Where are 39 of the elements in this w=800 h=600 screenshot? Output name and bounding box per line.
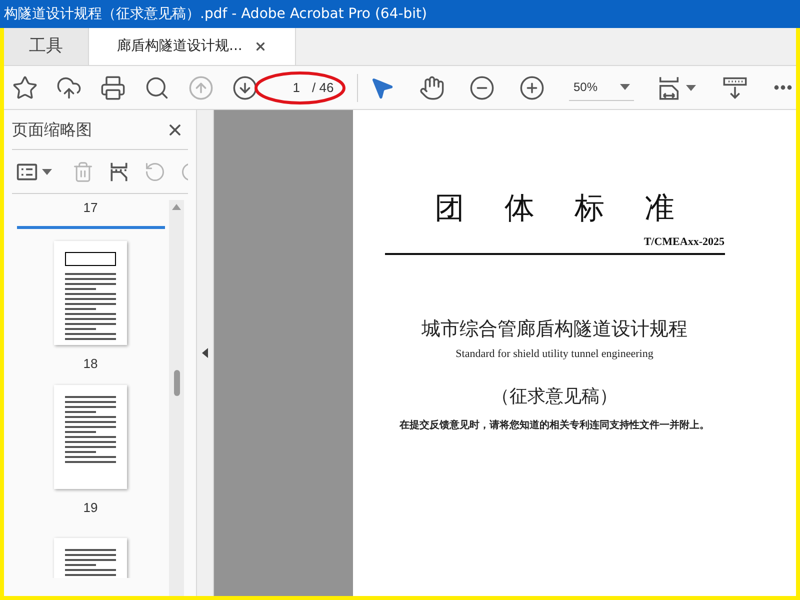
page-thumbnail-drawing[interactable] — [54, 385, 127, 489]
scroll-thumb[interactable] — [174, 370, 180, 396]
print-icon — [100, 74, 126, 100]
caret-icon — [686, 84, 696, 90]
star-icon — [12, 74, 38, 100]
trash-icon — [72, 160, 94, 182]
page-number-field[interactable]: 1 — [276, 78, 300, 98]
zoom-out-icon — [469, 74, 496, 100]
rotate-left-icon — [144, 160, 166, 182]
document-heading: 团体标准 — [434, 194, 714, 224]
sidebar-title: 页面缩略图 — [12, 118, 92, 140]
zoom-dropdown[interactable]: 50% — [569, 74, 634, 100]
window-title: 构隧道设计规程（征求意见稿）.pdf - Adobe Acrobat Pro (64-bit) — [4, 4, 428, 24]
cloud-upload-icon — [56, 74, 82, 100]
search-icon — [144, 74, 170, 100]
extract-page-icon — [108, 160, 130, 182]
zoom-in-icon — [519, 74, 546, 100]
page-thumbnail-drawing[interactable] — [54, 240, 127, 344]
draft-label: （征求意见稿） — [492, 384, 618, 408]
close-icon[interactable] — [254, 40, 268, 53]
tab[interactable]: 廊盾构隧道设计规... — [88, 28, 296, 65]
arrow-down-icon — [232, 74, 258, 100]
document-title: 城市综合管廊盾构隧道设计规程 — [422, 316, 688, 342]
page-number: 19 — [83, 499, 98, 517]
hand-icon — [419, 74, 446, 100]
page-number: 17 — [83, 199, 98, 217]
more-icon — [774, 85, 792, 90]
collapse-icon[interactable] — [202, 348, 208, 358]
standard-code: T/CMEAxx-2025 — [644, 235, 724, 250]
caret-icon — [620, 84, 630, 90]
scrollbar[interactable] — [169, 200, 184, 596]
page-number: 18 — [83, 354, 98, 372]
document-subtitle: Standard for shield utility tunnel engineering — [456, 347, 654, 362]
caret-icon — [42, 168, 52, 174]
scroll-mode-icon — [722, 74, 748, 100]
document-note: 在提交反馈意见时，请将您知道的相关专利连同支持性文件一并附上。 — [400, 418, 710, 432]
arrow-up-icon — [188, 74, 214, 100]
tab[interactable]: 工具 — [4, 28, 88, 65]
page-count: / 46 — [312, 78, 334, 97]
